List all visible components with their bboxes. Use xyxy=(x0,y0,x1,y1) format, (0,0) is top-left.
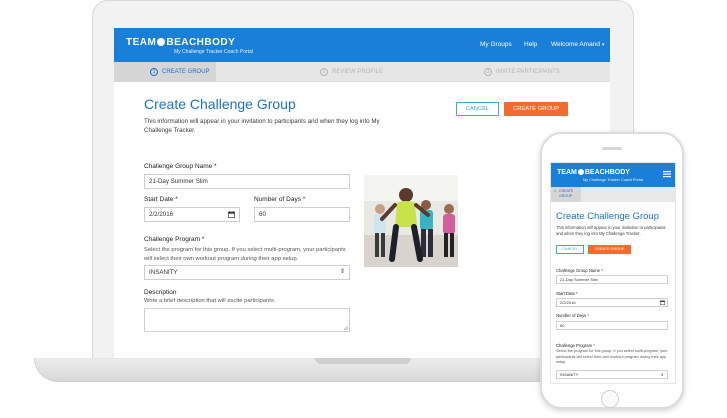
logo-text-team: TEAM xyxy=(557,169,577,176)
brand-logo[interactable]: TEAM BEACHBODY xyxy=(126,37,235,48)
step-invite-participants: 3 INVITE PARTICIPANTS xyxy=(484,68,560,76)
program-select[interactable]: INSANITY ⇕ xyxy=(144,265,350,280)
resize-handle-icon[interactable] xyxy=(343,325,348,330)
step-label: CREATE GROUP xyxy=(162,69,210,75)
mobile-step-create-group: CREATE GROUP xyxy=(559,189,579,198)
description-help-text: Write a brief description that will exci… xyxy=(144,298,276,304)
start-date-label: Start Date * xyxy=(144,196,178,203)
program-selected-value: INSANITY xyxy=(149,269,178,276)
nav-my-groups[interactable]: My Groups xyxy=(480,41,512,48)
page-title: Create Challenge Group xyxy=(144,96,296,112)
days-label: Number of Days * xyxy=(254,196,306,203)
step-create-group: 1 CREATE GROUP xyxy=(150,68,210,76)
nav-user-menu[interactable]: Welcome Amand ▾ xyxy=(551,41,605,48)
welcome-text: Welcome Amand xyxy=(551,41,601,48)
mobile-page-description: This information will appear in your inv… xyxy=(556,225,666,236)
mobile-start-date-label: Start Date * xyxy=(556,291,578,296)
mobile-group-name-input[interactable]: 21-Day Summer Slim xyxy=(556,275,668,284)
logo-text-beachbody: BEACHBODY xyxy=(166,37,236,48)
cancel-button[interactable]: CANCEL xyxy=(456,102,499,116)
phone-home-button[interactable] xyxy=(601,390,619,408)
phone-screen: TEAM BEACHBODY My Challenge Tracker Coach… xyxy=(550,162,676,384)
mobile-page-title: Create Challenge Group xyxy=(556,211,659,222)
step-review-profile: 2 REVIEW PROFILE xyxy=(320,68,383,76)
menu-icon[interactable] xyxy=(663,170,671,178)
mobile-brand-logo[interactable]: TEAM BEACHBODY xyxy=(557,169,630,176)
logo-text-team: TEAM xyxy=(126,37,157,48)
description-textarea[interactable] xyxy=(144,308,350,332)
laptop-notch xyxy=(315,358,411,364)
step-number: 1 xyxy=(150,68,158,76)
mobile-step-label-line2: GROUP xyxy=(559,193,573,198)
mobile-program-selected-value: INSANITY xyxy=(560,372,579,377)
page-description: This information will appear in your inv… xyxy=(144,118,380,134)
group-name-input[interactable]: 21-Day Summer Slim xyxy=(144,174,350,189)
nav-help[interactable]: Help xyxy=(524,41,537,48)
chevron-down-icon: ▾ xyxy=(602,42,605,48)
group-name-label: Challenge Group Name * xyxy=(144,163,217,170)
phone-speaker xyxy=(602,147,622,150)
mobile-program-select[interactable]: INSANITY ⇕ xyxy=(556,370,668,379)
step-label: INVITE PARTICIPANTS xyxy=(496,69,560,75)
brand-tagline: My Challenge Tracker Coach Portal xyxy=(174,49,253,55)
calendar-icon[interactable] xyxy=(660,300,665,305)
create-group-button[interactable]: CREATE GROUP xyxy=(504,102,568,116)
mobile-program-help-text: Select the program for this group. If yo… xyxy=(556,349,668,364)
mobile-start-date-input[interactable]: 2/2/2016 xyxy=(556,298,668,307)
mobile-group-name-label: Challenge Group Name * xyxy=(556,268,603,273)
step-label: REVIEW PROFILE xyxy=(332,69,384,75)
mobile-create-group-button[interactable]: CREATE GROUP xyxy=(588,245,631,254)
mobile-brand-tagline: My Challenge Tracker Coach Portal xyxy=(583,178,643,182)
calendar-icon[interactable] xyxy=(228,211,235,218)
logo-circle-icon xyxy=(157,38,166,46)
program-label: Challenge Program * xyxy=(144,236,205,243)
logo-circle-icon xyxy=(577,169,584,175)
description-label: Description xyxy=(144,289,177,296)
step-number: 2 xyxy=(320,68,328,76)
mobile-cancel-button[interactable]: CANCEL xyxy=(556,245,584,254)
app-header: TEAM BEACHBODY My Challenge Tracker Coach… xyxy=(114,28,610,62)
days-input[interactable]: 60 xyxy=(254,207,350,222)
mobile-days-label: Number of Days * xyxy=(556,313,590,318)
laptop-screen: TEAM BEACHBODY My Challenge Tracker Coach… xyxy=(114,28,610,358)
logo-text-beachbody: BEACHBODY xyxy=(584,169,630,176)
fitness-class-photo xyxy=(364,175,458,267)
mobile-app-header: TEAM BEACHBODY My Challenge Tracker Coach… xyxy=(551,163,675,187)
mobile-step-number: 1 xyxy=(554,189,556,193)
step-number: 3 xyxy=(484,68,492,76)
chevron-updown-icon: ⇕ xyxy=(660,372,664,377)
start-date-input[interactable]: 2/2/2016 xyxy=(144,207,240,222)
start-date-value: 2/2/2016 xyxy=(149,211,174,218)
mobile-start-date-value: 2/2/2016 xyxy=(560,300,576,305)
mobile-days-input[interactable]: 60 xyxy=(556,321,668,330)
chevron-updown-icon: ⇕ xyxy=(339,269,345,275)
program-help-text: Select the program for this group. If yo… xyxy=(144,247,346,262)
mobile-program-label: Challenge Program * xyxy=(556,343,595,348)
